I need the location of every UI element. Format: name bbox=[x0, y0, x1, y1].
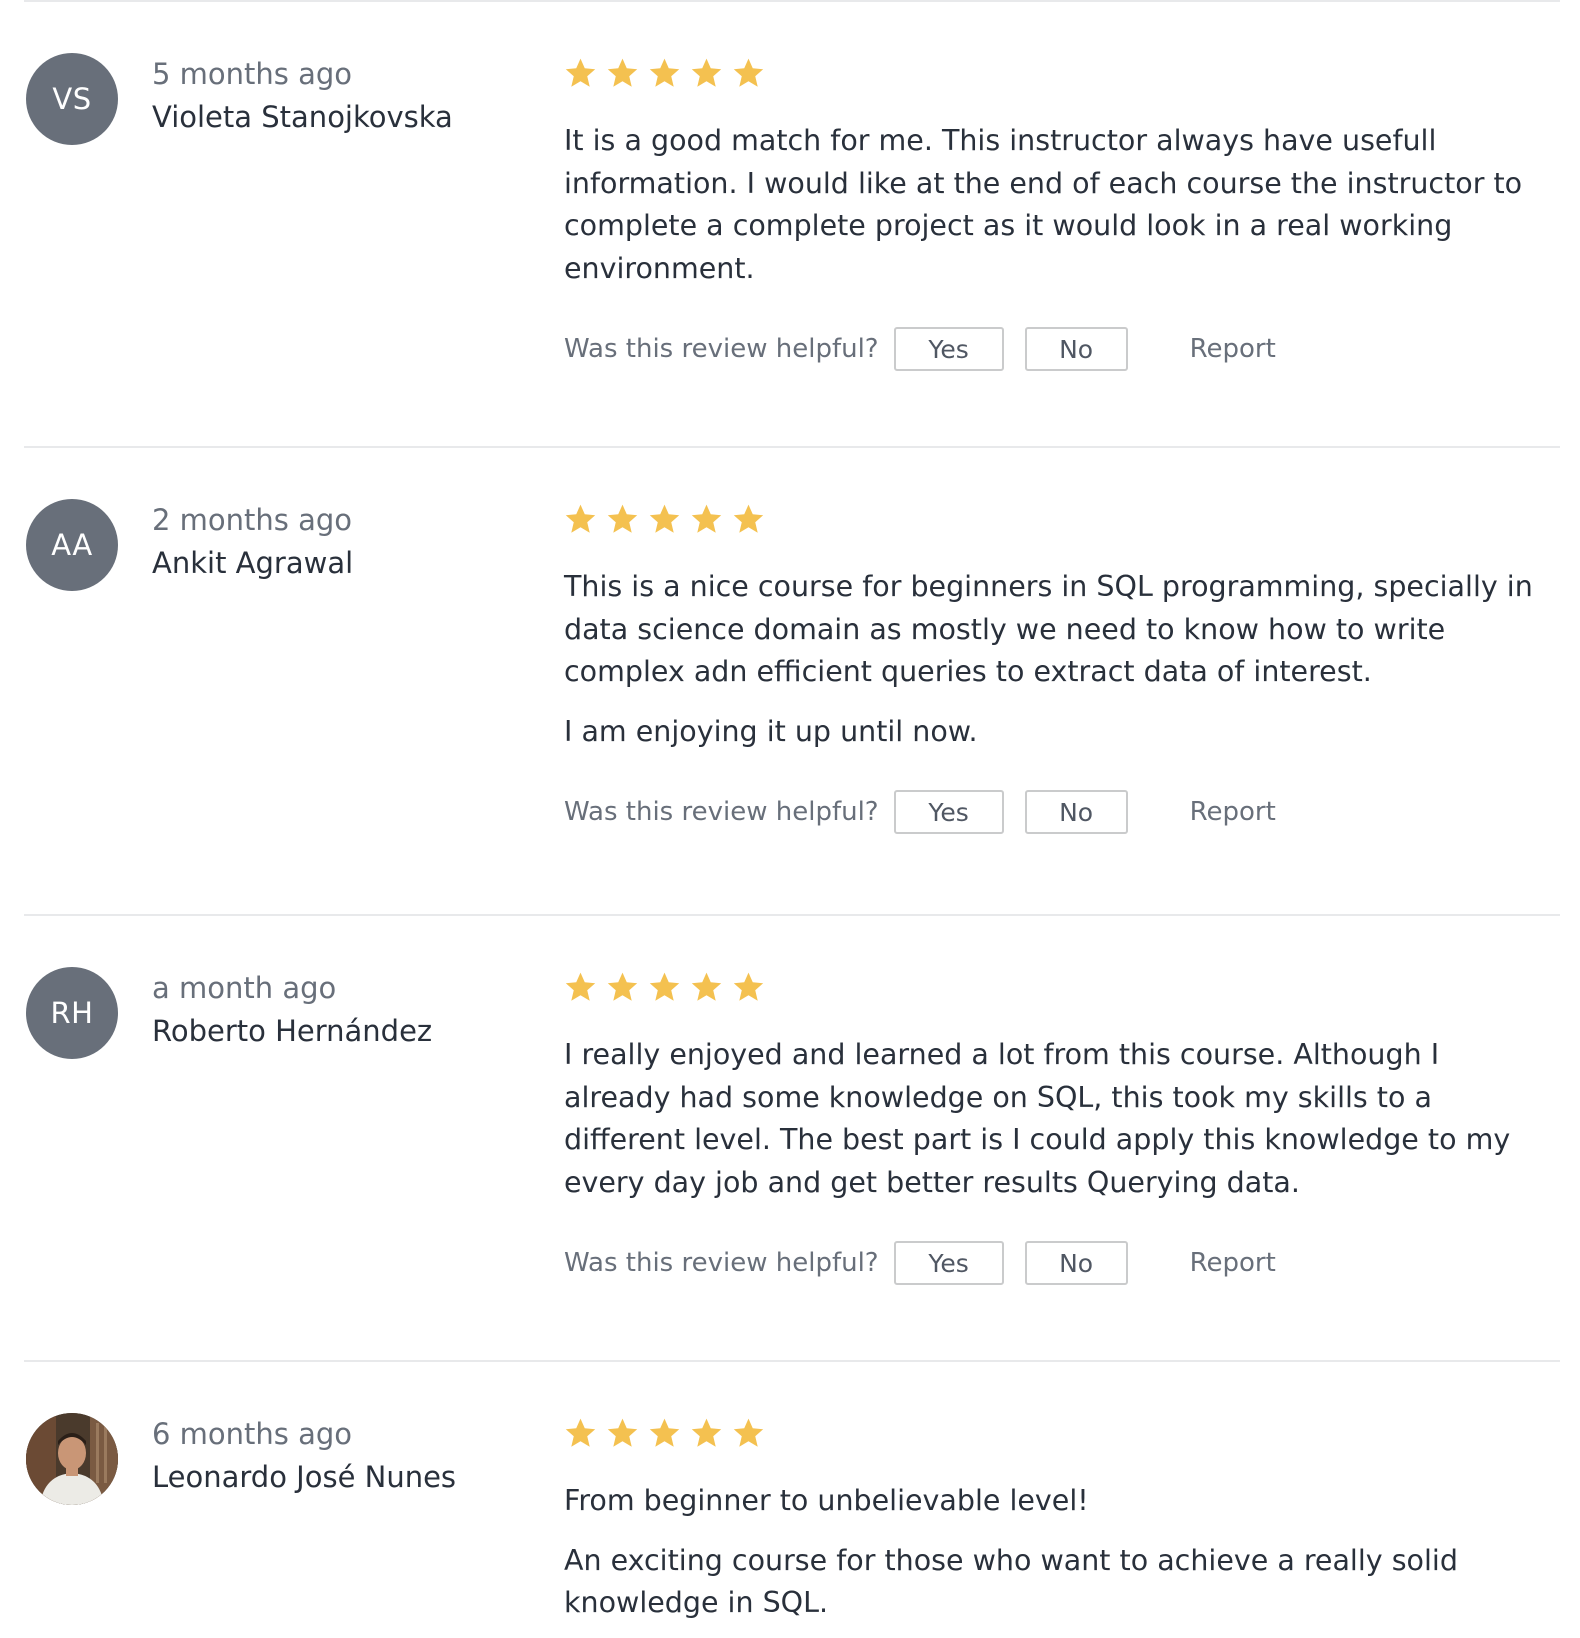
star-icon bbox=[733, 972, 764, 1001]
review-meta: 2 months ago Ankit Agrawal bbox=[152, 500, 353, 583]
no-button[interactable]: No bbox=[1024, 790, 1128, 834]
star-icon bbox=[691, 58, 722, 87]
review-content: From beginner to unbelievable level! An … bbox=[564, 1415, 1544, 1625]
helpful-row: Was this review helpful? Yes No Report bbox=[564, 1240, 1544, 1286]
avatar: VS bbox=[26, 53, 118, 145]
star-icon bbox=[649, 58, 680, 87]
star-icon bbox=[649, 972, 680, 1001]
review-content: I really enjoyed and learned a lot from … bbox=[564, 969, 1544, 1286]
review-content: This is a nice course for beginners in S… bbox=[564, 501, 1544, 835]
star-icon bbox=[649, 1418, 680, 1447]
avatar-photo bbox=[26, 1413, 118, 1505]
reviewer-name: Violeta Stanojkovska bbox=[152, 100, 453, 134]
review-time: 2 months ago bbox=[152, 503, 353, 537]
star-icon bbox=[691, 972, 722, 1001]
star-rating bbox=[564, 55, 1544, 91]
star-icon bbox=[733, 58, 764, 87]
reviewer-name: Leonardo José Nunes bbox=[152, 1460, 457, 1494]
helpful-prompt: Was this review helpful? bbox=[564, 1248, 879, 1278]
reviews-list: VS 5 months ago Violeta Stanojkovska It … bbox=[24, 0, 1560, 1638]
star-icon bbox=[565, 972, 596, 1001]
review-meta: 5 months ago Violeta Stanojkovska bbox=[152, 54, 453, 137]
reviewer-name: Ankit Agrawal bbox=[152, 546, 354, 580]
report-link[interactable]: Report bbox=[1190, 334, 1276, 364]
avatar: RH bbox=[26, 967, 118, 1059]
star-icon bbox=[733, 504, 764, 533]
star-icon bbox=[565, 1418, 596, 1447]
review-paragraph: An exciting course for those who want to… bbox=[564, 1543, 1458, 1620]
review-item: VS 5 months ago Violeta Stanojkovska It … bbox=[24, 0, 1560, 446]
review-text: This is a nice course for beginners in S… bbox=[564, 566, 1544, 753]
review-meta: 6 months ago Leonardo José Nunes bbox=[152, 1414, 456, 1497]
review-item: AA 2 months ago Ankit Agrawal This is a … bbox=[24, 446, 1560, 914]
no-button[interactable]: No bbox=[1024, 1241, 1128, 1285]
yes-button[interactable]: Yes bbox=[893, 1241, 1004, 1285]
review-paragraph: I really enjoyed and learned a lot from … bbox=[564, 1038, 1511, 1199]
star-rating bbox=[564, 1415, 1544, 1451]
no-button[interactable]: No bbox=[1024, 327, 1128, 371]
review-paragraph: I am enjoying it up until now. bbox=[564, 714, 978, 748]
review-time: a month ago bbox=[152, 971, 337, 1005]
helpful-row: Was this review helpful? Yes No Report bbox=[564, 789, 1544, 835]
star-icon bbox=[607, 58, 638, 87]
review-item: 6 months ago Leonardo José Nunes From be… bbox=[24, 1360, 1560, 1638]
star-icon bbox=[691, 504, 722, 533]
star-icon bbox=[733, 1418, 764, 1447]
yes-button[interactable]: Yes bbox=[893, 327, 1004, 371]
review-text: It is a good match for me. This instruct… bbox=[564, 120, 1544, 290]
review-paragraph: From beginner to unbelievable level! bbox=[564, 1484, 1089, 1517]
star-icon bbox=[565, 58, 596, 87]
review-text: I really enjoyed and learned a lot from … bbox=[564, 1034, 1544, 1204]
review-time: 5 months ago bbox=[152, 57, 353, 91]
star-rating bbox=[564, 501, 1544, 537]
review-paragraph: This is a nice course for beginners in S… bbox=[564, 570, 1533, 688]
star-icon bbox=[607, 972, 638, 1001]
report-link[interactable]: Report bbox=[1190, 797, 1276, 827]
review-text: From beginner to unbelievable level! An … bbox=[564, 1480, 1544, 1625]
star-icon bbox=[607, 1418, 638, 1447]
star-icon bbox=[649, 504, 680, 533]
helpful-row: Was this review helpful? Yes No Report bbox=[564, 326, 1544, 372]
helpful-prompt: Was this review helpful? bbox=[564, 334, 879, 364]
user-photo-icon bbox=[26, 1413, 118, 1505]
review-paragraph: It is a good match for me. This instruct… bbox=[564, 124, 1523, 285]
reviewer-name: Roberto Hernández bbox=[152, 1014, 433, 1048]
review-content: It is a good match for me. This instruct… bbox=[564, 55, 1544, 372]
review-time: 6 months ago bbox=[152, 1417, 353, 1451]
star-icon bbox=[607, 504, 638, 533]
helpful-prompt: Was this review helpful? bbox=[564, 797, 879, 827]
avatar: AA bbox=[26, 499, 118, 591]
star-icon bbox=[691, 1418, 722, 1447]
report-link[interactable]: Report bbox=[1190, 1248, 1276, 1278]
yes-button[interactable]: Yes bbox=[893, 790, 1004, 834]
star-rating bbox=[564, 969, 1544, 1005]
star-icon bbox=[565, 504, 596, 533]
review-meta: a month ago Roberto Hernández bbox=[152, 968, 432, 1051]
review-item: RH a month ago Roberto Hernández I reall… bbox=[24, 914, 1560, 1360]
